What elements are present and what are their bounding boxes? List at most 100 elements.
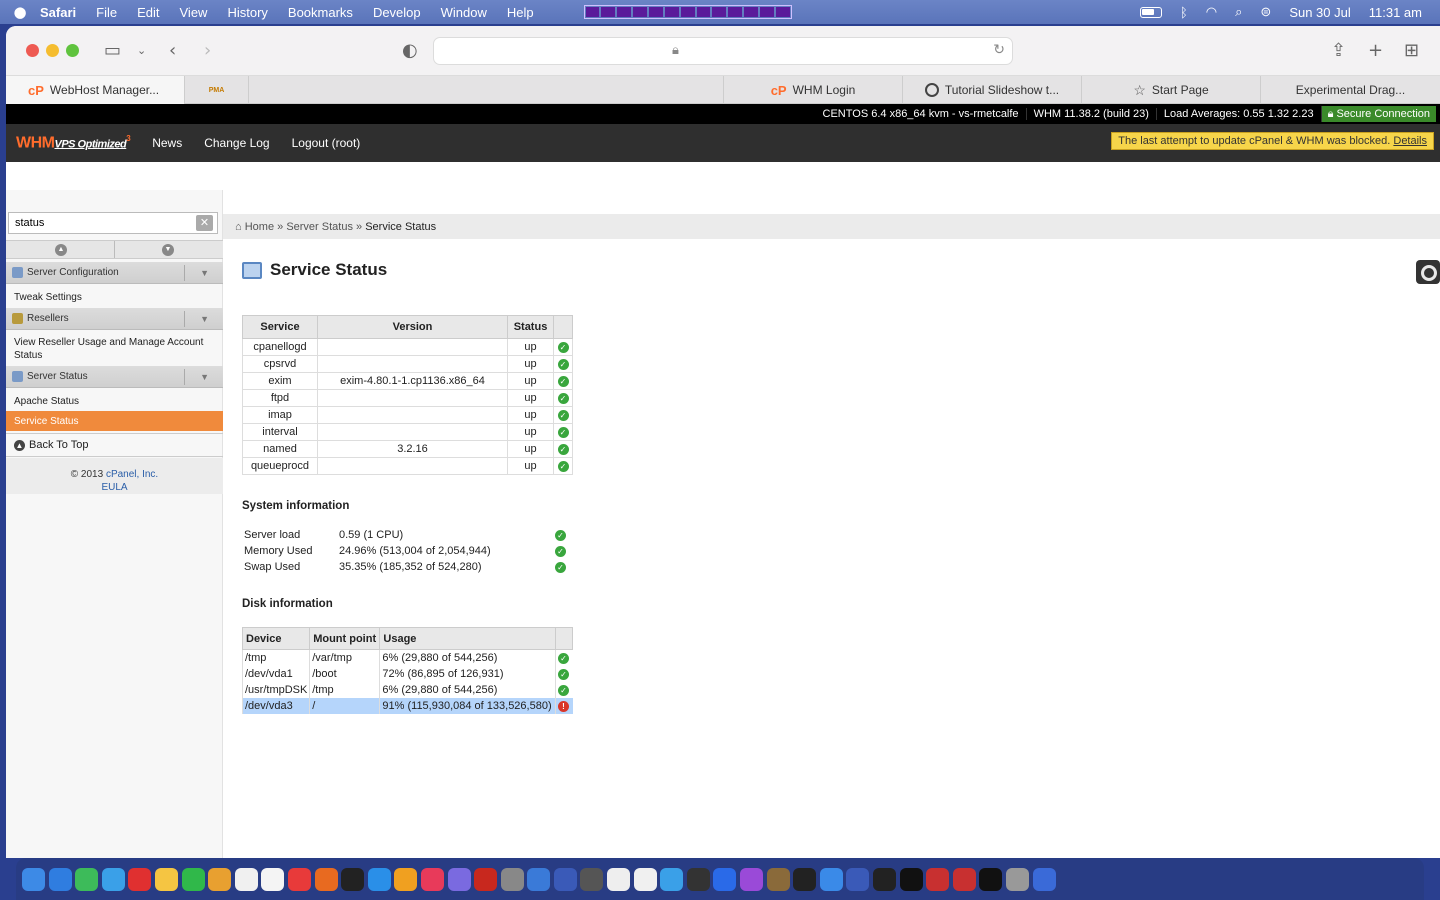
- sidebar-item-tweak-settings[interactable]: Tweak Settings: [14, 291, 214, 304]
- dock-app-icon[interactable]: [22, 867, 45, 891]
- sidebar-item-service-status[interactable]: Service Status: [6, 411, 223, 431]
- dock-app-icon[interactable]: [367, 867, 391, 891]
- dock-app-icon[interactable]: [580, 867, 604, 891]
- whm-logo[interactable]: WHMVPS Optimized3: [16, 134, 131, 152]
- dock-app-icon[interactable]: [846, 867, 870, 891]
- table-row[interactable]: /usr/tmpDSK/tmp 6% (29,880 of 544,256) ✓: [241, 681, 573, 698]
- menu-safari[interactable]: Safari: [40, 5, 76, 20]
- bluetooth-icon[interactable]: ᛒ: [1180, 5, 1188, 20]
- dock-app-icon[interactable]: [500, 867, 524, 891]
- tab-whm-login[interactable]: cP WHM Login: [724, 76, 903, 104]
- battery-icon[interactable]: [1139, 6, 1162, 18]
- expand-all-icon[interactable]: ▼: [162, 244, 174, 256]
- dock-app-icon[interactable]: [208, 867, 232, 891]
- dock-app-icon[interactable]: [341, 867, 365, 891]
- dock-app-icon[interactable]: [633, 867, 657, 891]
- privacy-shield-icon[interactable]: ◐: [402, 40, 418, 61]
- dock-app-icon[interactable]: [553, 867, 577, 891]
- dock-app-icon[interactable]: [154, 867, 178, 891]
- nav-change-log[interactable]: Change Log: [204, 136, 269, 150]
- dock-app-icon[interactable]: [952, 867, 976, 891]
- dock-app-icon[interactable]: [447, 867, 471, 891]
- dock-app-icon[interactable]: [766, 867, 790, 891]
- sidebar-category-server-status[interactable]: Server Status ▼: [6, 366, 223, 388]
- tab-start-page[interactable]: ☆ Start Page: [1082, 76, 1261, 104]
- sidebar-item-reseller-usage[interactable]: View Reseller Usage and Manage Account S…: [14, 336, 214, 362]
- breadcrumb-server-status[interactable]: Server Status: [286, 221, 353, 233]
- minimize-window-button[interactable]: [46, 44, 59, 57]
- back-icon[interactable]: ‹: [169, 40, 176, 61]
- dock-app-icon[interactable]: [660, 867, 684, 891]
- sidebar-search-input[interactable]: [8, 212, 218, 234]
- dock-app-icon[interactable]: [527, 867, 551, 891]
- tab-tutorial-slideshow[interactable]: Tutorial Slideshow t...: [903, 76, 1082, 104]
- dock-app-icon[interactable]: [420, 867, 444, 891]
- nav-news[interactable]: News: [152, 136, 182, 150]
- tab-overview-icon[interactable]: ⊞: [1404, 40, 1419, 61]
- nav-logout[interactable]: Logout (root): [292, 136, 361, 150]
- tab-experimental-drag[interactable]: Experimental Drag...: [1261, 76, 1440, 104]
- menu-file[interactable]: File: [96, 5, 117, 20]
- clear-search-icon[interactable]: ✕: [196, 215, 213, 231]
- tab-blank[interactable]: [249, 76, 724, 104]
- menu-history[interactable]: History: [227, 5, 267, 20]
- dock-app-icon[interactable]: [261, 867, 285, 891]
- reload-icon[interactable]: ↻: [993, 42, 1005, 58]
- sidebar-category-server-configuration[interactable]: Server Configuration ▼: [6, 262, 223, 284]
- dock-app-icon[interactable]: [873, 867, 896, 891]
- forward-icon[interactable]: ›: [204, 40, 211, 61]
- close-window-button[interactable]: [26, 44, 39, 57]
- dock-app-icon[interactable]: [394, 867, 418, 891]
- dock-app-icon[interactable]: [1032, 867, 1056, 891]
- dock-app-icon[interactable]: [48, 867, 72, 891]
- back-to-top-link[interactable]: ▲ Back To Top: [6, 433, 223, 457]
- dock-app-icon[interactable]: [979, 867, 1003, 891]
- menu-bookmarks[interactable]: Bookmarks: [288, 5, 353, 20]
- alert-details-link[interactable]: Details: [1393, 135, 1427, 147]
- dock-app-icon[interactable]: [1005, 867, 1029, 891]
- cpanel-link[interactable]: cPanel, Inc.: [106, 469, 158, 480]
- dock-app-icon[interactable]: [314, 867, 338, 891]
- dock-app-icon[interactable]: [607, 867, 631, 891]
- sidebar-toggle-icon[interactable]: ▭: [104, 40, 121, 61]
- dock-app-icon[interactable]: [926, 867, 950, 891]
- table-row[interactable]: /dev/vda1/boot 72% (86,895 of 126,931) ✓: [241, 665, 573, 682]
- table-row[interactable]: /tmp/var/tmp 6% (29,880 of 544,256) ✓: [241, 649, 573, 666]
- menu-view[interactable]: View: [180, 5, 208, 20]
- menu-edit[interactable]: Edit: [137, 5, 159, 20]
- dock-app-icon[interactable]: [234, 867, 258, 891]
- zoom-window-button[interactable]: [66, 44, 79, 57]
- help-lifering-icon[interactable]: [1416, 260, 1440, 284]
- breadcrumb-home[interactable]: Home: [245, 221, 274, 233]
- table-row[interactable]: /dev/vda3/91% (115,930,084 of 133,526,58…: [241, 697, 573, 714]
- dock-app-icon[interactable]: [101, 867, 125, 891]
- chevron-down-icon[interactable]: ⌄: [137, 44, 146, 57]
- share-icon[interactable]: ⇪: [1331, 40, 1346, 61]
- menu-window[interactable]: Window: [441, 5, 487, 20]
- clock-time[interactable]: 11:31 am: [1369, 5, 1422, 20]
- tab-webhost-manager[interactable]: cP WebHost Manager...: [6, 76, 185, 104]
- dock-app-icon[interactable]: [287, 867, 311, 891]
- collapse-all-icon[interactable]: ▲: [55, 244, 67, 256]
- search-icon[interactable]: ⌕: [1235, 4, 1242, 20]
- address-bar[interactable]: 🔒︎ ↻: [433, 37, 1013, 65]
- clock-date[interactable]: Sun 30 Jul: [1289, 5, 1350, 20]
- menu-develop[interactable]: Develop: [373, 5, 421, 20]
- dock-app-icon[interactable]: [740, 867, 764, 891]
- sidebar-category-resellers[interactable]: Resellers ▼: [6, 308, 223, 330]
- dock-app-icon[interactable]: [686, 867, 710, 891]
- dock-app-icon[interactable]: [474, 867, 498, 891]
- control-center-icon[interactable]: ⊜: [1260, 4, 1271, 20]
- wifi-icon[interactable]: ◠: [1206, 4, 1217, 20]
- menu-help[interactable]: Help: [507, 5, 534, 20]
- apple-menu-icon[interactable]: ●: [0, 3, 40, 21]
- sidebar-item-apache-status[interactable]: Apache Status: [14, 395, 214, 408]
- eula-link[interactable]: EULA: [101, 482, 127, 493]
- new-tab-icon[interactable]: +: [1368, 40, 1383, 61]
- dock-app-icon[interactable]: [819, 867, 843, 891]
- tab-phpmyadmin[interactable]: PMA: [185, 76, 249, 104]
- dock-app-icon[interactable]: [793, 867, 817, 891]
- dock-app-icon[interactable]: [75, 867, 99, 891]
- dock-app-icon[interactable]: [128, 867, 152, 891]
- dock-app-icon[interactable]: [713, 867, 737, 891]
